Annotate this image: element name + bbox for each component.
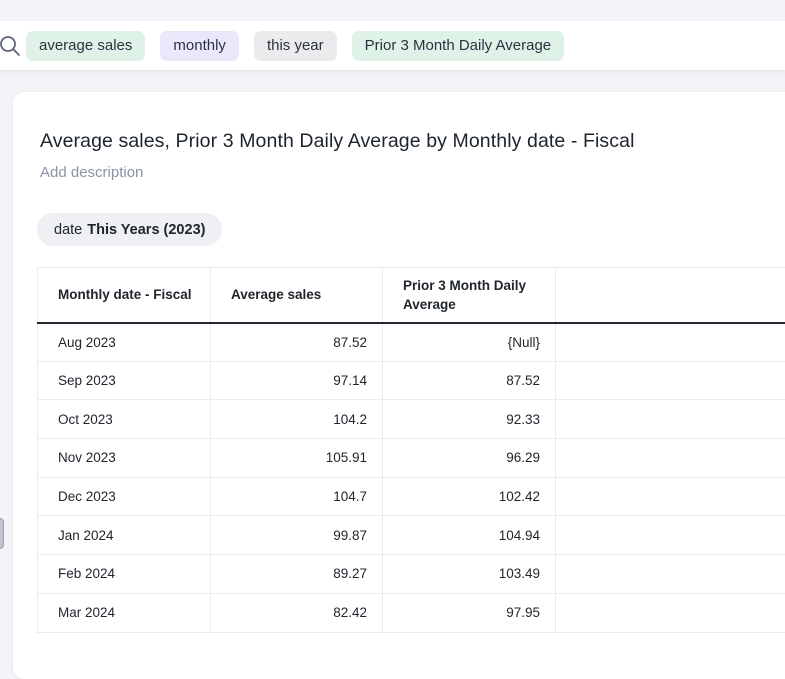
column-header-average-sales[interactable]: Average sales <box>211 268 383 323</box>
page-title[interactable]: Average sales, Prior 3 Month Daily Avera… <box>40 130 785 153</box>
prior-3-month-cell: 103.49 <box>383 555 556 594</box>
date-filter-chip[interactable]: date This Years (2023) <box>37 213 222 246</box>
empty-cell <box>556 593 785 632</box>
month-cell: Nov 2023 <box>38 439 211 478</box>
column-header-empty <box>556 268 785 323</box>
table-row: Sep 2023 97.14 87.52 <box>38 361 785 400</box>
table-row: Oct 2023 104.2 92.33 <box>38 400 785 439</box>
results-table-container: Monthly date - Fiscal Average sales Prio… <box>37 267 785 633</box>
month-cell: Dec 2023 <box>38 477 211 516</box>
average-sales-cell: 89.27 <box>211 555 383 594</box>
prior-3-month-cell: 104.94 <box>383 516 556 555</box>
column-header-prior-3-month-daily-average[interactable]: Prior 3 Month Daily Average <box>383 268 556 323</box>
empty-cell <box>556 477 785 516</box>
empty-cell <box>556 323 785 362</box>
empty-cell <box>556 439 785 478</box>
filter-field-label: date <box>54 222 82 238</box>
table-row: Nov 2023 105.91 96.29 <box>38 439 785 478</box>
add-description-button[interactable]: Add description <box>40 164 785 181</box>
prior-3-month-cell: 92.33 <box>383 400 556 439</box>
month-cell: Jan 2024 <box>38 516 211 555</box>
table-row: Mar 2024 82.42 97.95 <box>38 593 785 632</box>
empty-cell <box>556 400 785 439</box>
prior-3-month-cell: 96.29 <box>383 439 556 478</box>
prior-3-month-cell: 102.42 <box>383 477 556 516</box>
empty-cell <box>556 361 785 400</box>
average-sales-cell: 82.42 <box>211 593 383 632</box>
empty-cell <box>556 516 785 555</box>
answer-card: Average sales, Prior 3 Month Daily Avera… <box>13 92 785 679</box>
search-token-this-year[interactable]: this year <box>254 31 337 61</box>
prior-3-month-cell: 97.95 <box>383 593 556 632</box>
search-bar[interactable]: average sales monthly this year Prior 3 … <box>0 21 785 70</box>
average-sales-cell: 105.91 <box>211 439 383 478</box>
month-cell: Feb 2024 <box>38 555 211 594</box>
month-cell: Oct 2023 <box>38 400 211 439</box>
search-token-monthly[interactable]: monthly <box>160 31 239 61</box>
month-cell: Aug 2023 <box>38 323 211 362</box>
average-sales-cell: 104.7 <box>211 477 383 516</box>
search-icon <box>0 35 21 57</box>
left-scrollbar-thumb[interactable] <box>0 518 4 549</box>
empty-cell <box>556 555 785 594</box>
table-header-row: Monthly date - Fiscal Average sales Prio… <box>38 268 785 323</box>
search-token-average-sales[interactable]: average sales <box>26 31 145 61</box>
prior-3-month-cell: 87.52 <box>383 361 556 400</box>
table-row: Feb 2024 89.27 103.49 <box>38 555 785 594</box>
table-row: Dec 2023 104.7 102.42 <box>38 477 785 516</box>
results-table: Monthly date - Fiscal Average sales Prio… <box>37 267 785 633</box>
average-sales-cell: 104.2 <box>211 400 383 439</box>
month-cell: Mar 2024 <box>38 593 211 632</box>
search-token-prior-3-month-daily-average[interactable]: Prior 3 Month Daily Average <box>352 31 564 61</box>
filter-value-label: This Years (2023) <box>87 222 205 238</box>
table-row: Aug 2023 87.52 {Null} <box>38 323 785 362</box>
column-header-monthly-date-fiscal[interactable]: Monthly date - Fiscal <box>38 268 211 323</box>
month-cell: Sep 2023 <box>38 361 211 400</box>
app-root: { "search": { "tokens": [ { "label": "av… <box>0 0 785 659</box>
average-sales-cell: 99.87 <box>211 516 383 555</box>
top-strip <box>0 0 785 21</box>
average-sales-cell: 97.14 <box>211 361 383 400</box>
average-sales-cell: 87.52 <box>211 323 383 362</box>
prior-3-month-cell: {Null} <box>383 323 556 362</box>
table-row: Jan 2024 99.87 104.94 <box>38 516 785 555</box>
